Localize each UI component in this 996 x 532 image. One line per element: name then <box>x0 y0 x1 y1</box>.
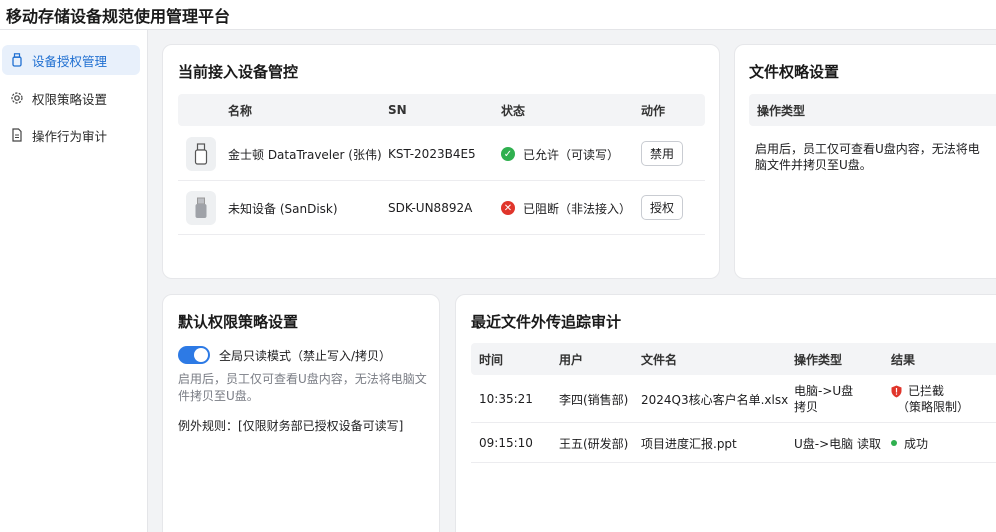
sidebar-item-label: 权限策略设置 <box>32 91 108 107</box>
operation-line: 电脑->U盘 <box>794 384 854 398</box>
audit-table-header: 时间 用户 文件名 操作类型 结果 <box>471 343 996 375</box>
result-detail: （策略限制） <box>897 400 970 414</box>
default-policy-card: 默认权限策略设置 全局只读模式（禁止写入/拷贝） 启用后，员工仅可查看U盘内容，… <box>162 294 440 532</box>
check-circle-icon: ✓ <box>501 147 515 161</box>
table-row: 未知设备 (SanDisk) SDK-UN8892A ✕ 已阻断（非法接入） 授… <box>178 181 705 235</box>
column-header-user: 用户 <box>559 352 584 367</box>
toggle-label: 全局只读模式（禁止写入/拷贝） <box>219 349 392 363</box>
sidebar-item-label: 设备授权管理 <box>32 53 108 69</box>
toggle-knob <box>194 348 208 362</box>
document-icon <box>10 128 24 142</box>
readonly-toggle[interactable] <box>178 346 210 364</box>
sidebar-item-label: 操作行为审计 <box>32 128 108 144</box>
policy-description: 启用后，员工仅可查看U盘内容，无法将电脑文件拷贝至U盘。 <box>178 372 427 403</box>
device-status: ✓ 已允许（可读写） <box>501 127 619 181</box>
result-text: 已拦截 <box>908 384 945 398</box>
audit-result: 成功 <box>891 423 928 463</box>
result-text: 成功 <box>904 436 929 451</box>
sidebar-item-permission-policy[interactable]: 权限策略设置 <box>2 83 140 113</box>
sidebar-item-operation-audit[interactable]: 操作行为审计 <box>2 120 140 150</box>
table-row: 10:35:21 李四(销售部) 2024Q3核心客户名单.xlsx 电脑->U… <box>471 375 996 423</box>
usb-drive-icon <box>186 191 216 225</box>
device-name: 未知设备 (SanDisk) <box>228 201 338 216</box>
audit-user: 李四(销售部) <box>559 392 629 407</box>
audit-user: 王五(研发部) <box>559 436 629 451</box>
gear-icon <box>10 91 24 105</box>
device-table-header: 名称 SN 状态 动作 <box>178 94 705 126</box>
column-header-operation-type: 操作类型 <box>757 103 806 118</box>
audit-card: 最近文件外传追踪审计 时间 用户 文件名 操作类型 结果 10:35:21 李四… <box>455 294 996 532</box>
column-header-time: 时间 <box>479 352 504 367</box>
device-name: 金士顿 DataTraveler (张伟) <box>228 147 382 162</box>
audit-file: 2024Q3核心客户名单.xlsx <box>641 392 789 407</box>
column-header-status: 状态 <box>501 103 526 118</box>
column-header-file: 文件名 <box>641 352 678 367</box>
usb-drive-icon <box>10 53 24 67</box>
column-header-action: 动作 <box>641 103 666 118</box>
device-sn: SDK-UN8892A <box>388 201 473 215</box>
shield-alert-icon <box>891 385 902 398</box>
card-title: 默认权限策略设置 <box>178 313 299 331</box>
authorize-button[interactable]: 授权 <box>641 195 683 220</box>
exception-rule: 例外规则：[仅限财务部已授权设备可读写] <box>178 419 404 433</box>
device-control-card: 当前接入设备管控 名称 SN 状态 动作 金士顿 DataTraveler (张… <box>162 44 720 279</box>
column-header-sn: SN <box>388 103 407 117</box>
sidebar-item-device-authorization[interactable]: 设备授权管理 <box>2 45 140 75</box>
top-bar: 移动存储设备规范使用管理平台 <box>0 0 996 30</box>
error-circle-icon: ✕ <box>501 201 515 215</box>
audit-result: 已拦截 （策略限制） <box>891 383 969 415</box>
table-row: 金士顿 DataTraveler (张伟) KST-2023B4E5 ✓ 已允许… <box>178 127 705 181</box>
device-status: ✕ 已阻断（非法接入） <box>501 181 631 235</box>
device-sn: KST-2023B4E5 <box>388 147 476 161</box>
success-dot-icon <box>891 440 897 446</box>
card-title: 最近文件外传追踪审计 <box>471 313 622 331</box>
disable-button[interactable]: 禁用 <box>641 141 683 166</box>
table-row: 09:15:10 王五(研发部) 项目进度汇报.ppt U盘->电脑 读取 成功 <box>471 423 996 463</box>
usb-drive-icon <box>186 137 216 171</box>
file-policy-description: 启用后，员工仅可查看U盘内容，无法将电脑文件并拷贝至U盘。 <box>755 142 980 172</box>
card-title: 文件权略设置 <box>749 63 840 81</box>
audit-operation: U盘->电脑 读取 <box>794 436 881 451</box>
column-header-result: 结果 <box>891 352 916 367</box>
column-header-name: 名称 <box>228 103 253 118</box>
operation-line: 拷贝 <box>794 400 819 414</box>
file-policy-header: 操作类型 <box>749 94 996 126</box>
card-title: 当前接入设备管控 <box>178 63 299 81</box>
audit-time: 10:35:21 <box>479 392 533 406</box>
sidebar: 设备授权管理 权限策略设置 操作行为审计 <box>0 30 148 532</box>
column-header-operation: 操作类型 <box>794 352 843 367</box>
audit-file: 项目进度汇报.ppt <box>641 436 737 451</box>
audit-operation: 电脑->U盘 拷贝 <box>794 383 853 415</box>
file-policy-card: 文件权略设置 操作类型 启用后，员工仅可查看U盘内容，无法将电脑文件并拷贝至U盘… <box>734 44 996 279</box>
audit-time: 09:15:10 <box>479 436 533 450</box>
status-text: 已允许（可读写） <box>523 147 620 162</box>
app-title: 移动存储设备规范使用管理平台 <box>6 7 231 26</box>
status-text: 已阻断（非法接入） <box>523 201 632 216</box>
